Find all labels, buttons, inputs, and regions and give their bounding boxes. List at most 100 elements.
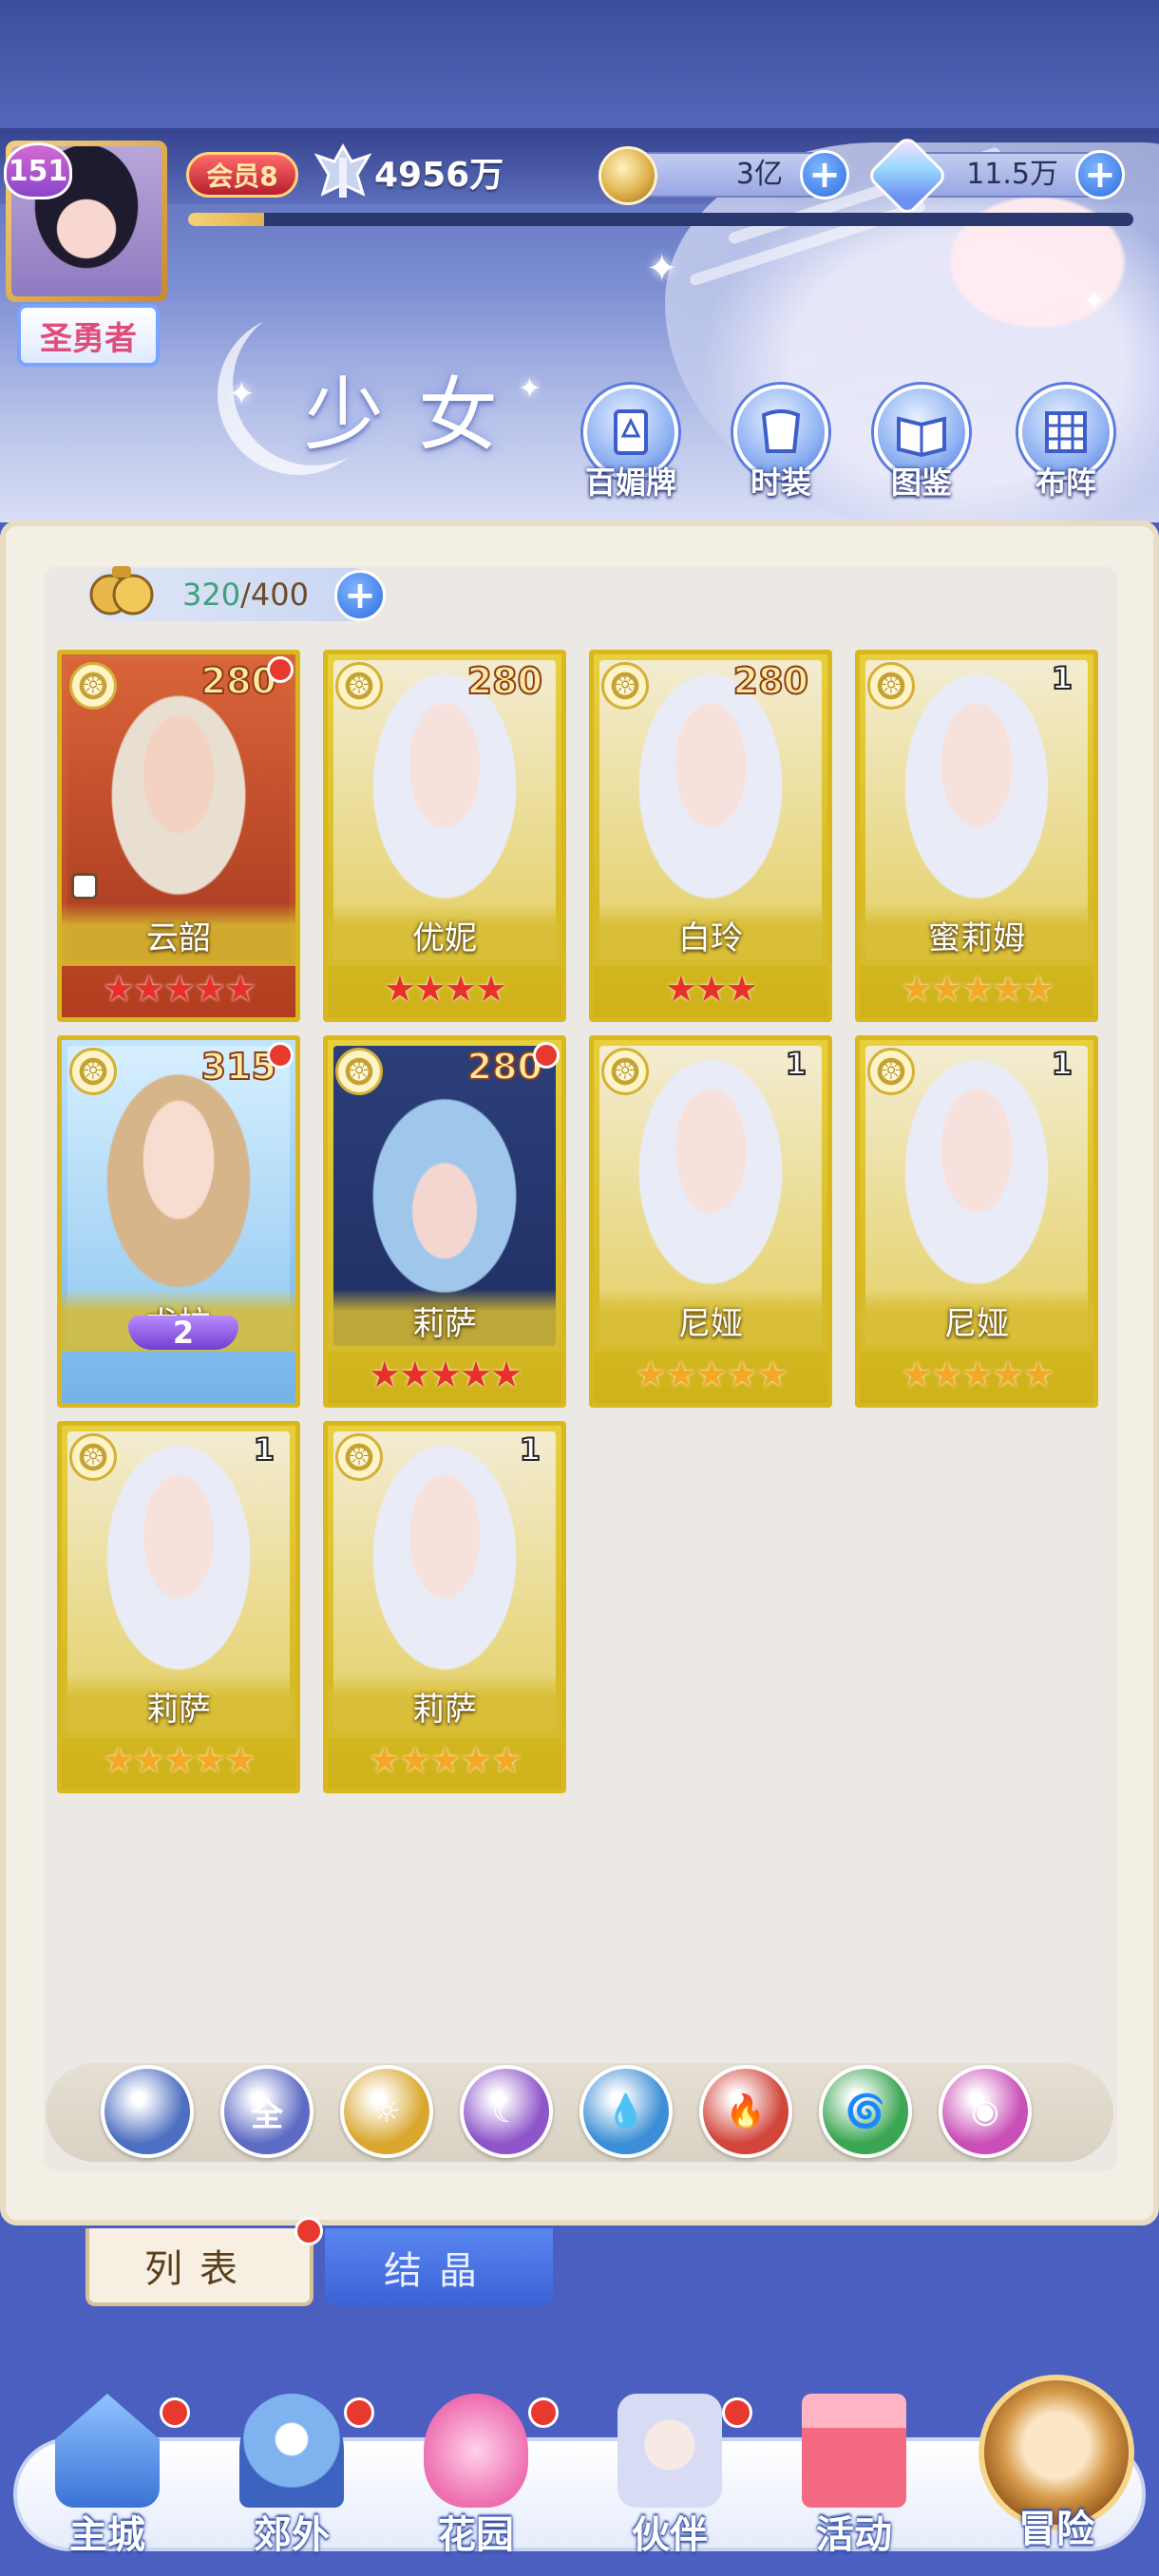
all-icon: 全: [251, 2095, 283, 2134]
combat-power-value: 4956万: [374, 156, 504, 195]
nav-garden[interactable]: 花园: [386, 2394, 566, 2557]
page-title: 少女: [304, 369, 533, 462]
character-level: 1: [1051, 659, 1074, 697]
nav-garden-label: 花园: [438, 2513, 514, 2557]
notification-dot: [294, 2217, 323, 2245]
tab-list[interactable]: 列表: [86, 2217, 323, 2306]
star-rating: [62, 1354, 295, 1395]
character-card[interactable]: ☼ 1 蜜莉姆 ★★★★★: [855, 650, 1098, 1022]
fire-icon: 🔥: [725, 2093, 767, 2131]
star-rating: ★★★★★: [634, 1354, 788, 1395]
book-icon: [897, 416, 946, 458]
costume-icon: [761, 409, 801, 453]
character-card[interactable]: ☼ 1 莉萨 ★★★★★: [57, 1421, 300, 1793]
light-element-icon: ☼: [69, 1048, 117, 1095]
character-level: 280: [466, 1045, 543, 1089]
light-element-icon: ☼: [601, 662, 649, 710]
gold-value: 3亿: [735, 158, 783, 191]
capacity-text: 320/400: [182, 568, 309, 621]
character-level: 315: [200, 1045, 277, 1089]
character-card[interactable]: ☼ 280 优妮 ★★★★: [323, 650, 566, 1022]
filter-wind-rank-icon[interactable]: [101, 2065, 194, 2158]
filter-all-icon[interactable]: 全: [220, 2065, 314, 2158]
notification-dot: [533, 1042, 560, 1069]
nav-partner[interactable]: 伙伴: [580, 2394, 760, 2557]
nav-activity[interactable]: 活动: [764, 2394, 944, 2557]
filter-sun-icon[interactable]: ☼: [340, 2065, 433, 2158]
star-rating: ★★★: [664, 968, 758, 1010]
light-element-icon: ☼: [867, 1048, 915, 1095]
vip-badge[interactable]: 会员8: [186, 152, 298, 198]
star-rating: ★★★★★: [102, 968, 256, 1010]
notification-dot: [722, 2397, 752, 2428]
filter-spirit-icon[interactable]: ◉: [939, 2065, 1032, 2158]
character-name: 尼娅: [944, 1305, 1009, 1343]
light-element-icon: ☼: [867, 662, 915, 710]
menu-formation-label: 布阵: [1035, 464, 1096, 501]
tab-crystal[interactable]: 结晶: [325, 2228, 553, 2306]
character-level: 280: [732, 659, 809, 703]
light-element-icon: ☼: [69, 1433, 117, 1481]
notification-dot: [344, 2397, 374, 2428]
character-card[interactable]: ☼315尤拉2: [57, 1035, 300, 1408]
player-title-badge[interactable]: 圣勇者: [17, 304, 160, 367]
star-rating: ★★★★: [383, 968, 507, 1010]
combat-power-icon: [314, 142, 372, 198]
gate-icon: [239, 2394, 344, 2508]
nav-outskirts[interactable]: 郊外: [201, 2394, 382, 2557]
add-gold-button[interactable]: +: [800, 150, 849, 199]
heart-garden-icon: [424, 2394, 528, 2508]
character-level: 280: [200, 659, 277, 703]
nav-main-city[interactable]: 主城: [17, 2394, 198, 2557]
character-level: 1: [1051, 1045, 1074, 1083]
expand-capacity-button[interactable]: +: [334, 570, 386, 621]
roster-capacity: 320/400 +: [87, 566, 386, 621]
moon-icon: ☾: [491, 2093, 522, 2131]
filter-moon-icon[interactable]: ☾: [460, 2065, 553, 2158]
character-level: 1: [519, 1430, 542, 1468]
sun-icon: ☼: [371, 2093, 402, 2131]
character-card[interactable]: ☼ 1 莉萨 ★★★★★: [323, 1421, 566, 1793]
filter-water-drop-icon[interactable]: 💧: [580, 2065, 673, 2158]
character-card[interactable]: ☼ 280 莉萨 ★★★★★: [323, 1035, 566, 1408]
capacity-current: 320: [182, 577, 241, 613]
character-name: 莉萨: [146, 1691, 211, 1729]
nav-activity-label: 活动: [816, 2513, 892, 2557]
grid-icon: [1045, 411, 1087, 453]
tab-crystal-label: 结晶: [384, 2249, 494, 2293]
light-element-icon: ☼: [335, 1048, 383, 1095]
add-gem-button[interactable]: +: [1075, 150, 1125, 199]
gold-currency: 3亿 +: [598, 146, 849, 205]
tab-list-label: 列表: [144, 2247, 255, 2291]
light-element-icon: ☼: [69, 662, 117, 710]
castle-icon: [55, 2394, 160, 2508]
filter-tornado-icon[interactable]: 🌀: [819, 2065, 912, 2158]
player-level-badge: 151: [4, 142, 72, 199]
character-card[interactable]: ☼ 1 尼娅 ★★★★★: [855, 1035, 1098, 1408]
menu-cards-button[interactable]: 百媚牌: [578, 385, 684, 501]
character-name: 莉萨: [412, 1305, 477, 1343]
lock-icon: [71, 873, 98, 900]
star-rating: ★★★★★: [368, 1354, 522, 1395]
star-rating: ★★★★★: [900, 1354, 1054, 1395]
star-rating: ★★★★★: [900, 968, 1054, 1010]
menu-codex-button[interactable]: 图鉴: [868, 385, 975, 501]
character-card[interactable]: ☼ 280 白玲 ★★★: [589, 650, 832, 1022]
notification-dot: [160, 2397, 190, 2428]
gift-icon: [802, 2394, 906, 2508]
filter-fire-icon[interactable]: 🔥: [699, 2065, 792, 2158]
exp-progress-fill: [188, 213, 264, 226]
menu-formation-button[interactable]: 布阵: [1013, 385, 1119, 501]
exp-progress-bar: [188, 213, 1133, 226]
character-card[interactable]: ☼ 1 尼娅 ★★★★★: [589, 1035, 832, 1408]
menu-costume-button[interactable]: 时装: [728, 385, 834, 501]
character-card[interactable]: ☼ 280 云韶 ★★★★★: [57, 650, 300, 1022]
partner-icon: [618, 2394, 722, 2508]
sparkle-icon: ✦: [1083, 285, 1106, 316]
nav-partner-label: 伙伴: [632, 2513, 708, 2557]
notification-dot: [528, 2397, 559, 2428]
character-name: 尼娅: [678, 1305, 743, 1343]
character-level: 280: [466, 659, 543, 703]
gem-currency: 11.5万 +: [865, 134, 1125, 218]
capacity-max: /400: [240, 577, 309, 613]
